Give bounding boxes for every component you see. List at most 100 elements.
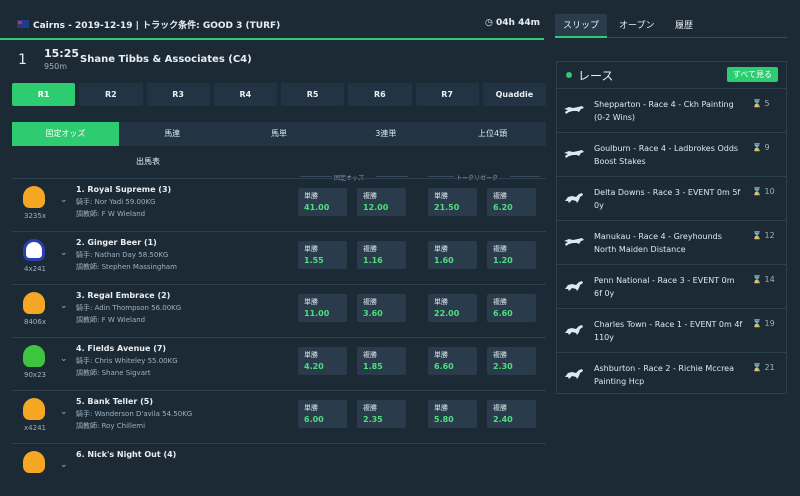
odds-button[interactable]: 単勝 6.60 — [428, 347, 477, 375]
next-race-item[interactable]: Manukau - Race 4 - Greyhounds North Maid… — [557, 220, 786, 264]
runner-row[interactable]: 3235x ⌄ 1. Royal Supreme (3) 騎手: Nor Yadi 5… — [12, 178, 546, 231]
odds-value: 1.55 — [304, 256, 324, 265]
horse-icon — [563, 191, 585, 205]
race-tab-r4[interactable]: R4 — [213, 83, 277, 106]
odds-button[interactable]: 単勝 11.00 — [298, 294, 347, 322]
runner-jockey: 騎手: Adin Thompson 56.00KG — [76, 304, 182, 312]
hourglass-icon: ⌛ — [752, 99, 765, 108]
chevron-down-icon[interactable]: ⌄ — [60, 301, 68, 311]
jockey-silk-icon — [23, 292, 45, 314]
runner-row[interactable]: 8406x ⌄ 3. Regal Embrace (2) 騎手: Adin Thomp… — [12, 284, 546, 337]
runner-row[interactable]: ⌄ 6. Nick's Night Out (4) — [12, 443, 546, 496]
odds-label: 単勝 — [434, 245, 448, 253]
odds-button[interactable]: 単勝 41.00 — [298, 188, 347, 216]
odds-button[interactable]: 複勝 1.20 — [487, 241, 536, 269]
odds-value: 2.40 — [493, 415, 513, 424]
odds-value: 21.50 — [434, 203, 460, 212]
next-race-title: Charles Town - Race 1 - EVENT 0m 4f 110y — [594, 320, 743, 342]
odds-value: 11.00 — [304, 309, 330, 318]
odds-button[interactable]: 複勝 2.30 — [487, 347, 536, 375]
tab-race-card[interactable]: 出馬表 — [136, 156, 160, 167]
race-tab-r7[interactable]: R7 — [415, 83, 479, 106]
odds-button[interactable]: 複勝 1.85 — [357, 347, 406, 375]
chevron-down-icon[interactable]: ⌄ — [60, 460, 68, 470]
odds-button[interactable]: 複勝 3.60 — [357, 294, 406, 322]
odds-label: 単勝 — [304, 245, 318, 253]
tab-exacta[interactable]: 馬単 — [226, 122, 333, 146]
jockey-silk-icon — [23, 186, 45, 208]
next-race-item[interactable]: Penn National - Race 3 - EVENT 0m 6f 0y … — [557, 264, 786, 308]
odds-button[interactable]: 複勝 12.00 — [357, 188, 406, 216]
runner-row[interactable]: 4x241 ⌄ 2. Ginger Beer (1) 騎手: Nathan Day 5… — [12, 231, 546, 284]
next-races-title: レース — [578, 69, 614, 83]
form-code: 8406x — [24, 318, 46, 326]
race-tab-r5[interactable]: R5 — [281, 83, 345, 106]
race-number: 1 — [18, 52, 27, 68]
odds-value: 12.00 — [363, 203, 389, 212]
race-tab-r2[interactable]: R2 — [79, 83, 143, 106]
greyhound-icon — [563, 103, 585, 117]
chevron-down-icon[interactable]: ⌄ — [60, 195, 68, 205]
chevron-down-icon[interactable]: ⌄ — [60, 248, 68, 258]
runner-row[interactable]: 90x23 ⌄ 4. Fields Avenue (7) 騎手: Chris Whit… — [12, 337, 546, 390]
odds-button[interactable]: 単勝 1.55 — [298, 241, 347, 269]
next-race-title: Goulburn - Race 4 - Ladbrokes Odds Boost… — [594, 144, 739, 166]
next-race-item[interactable]: Shepparton - Race 4 - Ckh Painting (0-2 … — [557, 88, 786, 132]
chevron-down-icon[interactable]: ⌄ — [60, 354, 68, 364]
bet-type-tabs: 固定オッズ 馬連 馬単 3連単 上位4頭 — [12, 122, 546, 146]
tab-trifecta[interactable]: 3連単 — [332, 122, 439, 146]
tab-fixed-odds[interactable]: 固定オッズ — [12, 122, 119, 146]
next-race-title: Delta Downs - Race 3 - EVENT 0m 5f 0y — [594, 188, 741, 210]
form-code: 3235x — [24, 212, 46, 220]
odds-button[interactable]: 単勝 4.20 — [298, 347, 347, 375]
next-race-item[interactable]: Goulburn - Race 4 - Ladbrokes Odds Boost… — [557, 132, 786, 176]
jockey-silk-icon — [23, 345, 45, 367]
next-race-item[interactable]: Delta Downs - Race 3 - EVENT 0m 5f 0y ⌛ … — [557, 176, 786, 220]
odds-button[interactable]: 複勝 6.20 — [487, 188, 536, 216]
tab-quinella[interactable]: 馬連 — [119, 122, 226, 146]
odds-button[interactable]: 複勝 2.40 — [487, 400, 536, 428]
runner-jockey: 騎手: Nathan Day 58.50KG — [76, 251, 169, 259]
runner-row[interactable]: x4241 ⌄ 5. Bank Teller (5) 騎手: Wanderson D'… — [12, 390, 546, 443]
odds-label: 複勝 — [363, 404, 377, 412]
race-name: Shane Tibbs & Associates (C4) — [80, 54, 252, 65]
tab-slip[interactable]: スリップ — [555, 14, 608, 38]
race-time: 15:25 — [44, 47, 80, 60]
next-races-header: レース すべて見る — [557, 62, 786, 88]
race-tab-r6[interactable]: R6 — [348, 83, 412, 106]
next-race-title: Penn National - Race 3 - EVENT 0m 6f 0y — [594, 276, 735, 298]
see-all-button[interactable]: すべて見る — [726, 67, 778, 82]
odds-button[interactable]: 複勝 1.16 — [357, 241, 406, 269]
race-tab-quaddie[interactable]: Quaddie — [482, 83, 546, 106]
odds-button[interactable]: 単勝 6.00 — [298, 400, 347, 428]
hourglass-icon: ⌛ — [752, 275, 765, 284]
horse-icon — [563, 279, 585, 293]
odds-button[interactable]: 単勝 21.50 — [428, 188, 477, 216]
tab-history[interactable]: 履歴 — [667, 14, 701, 38]
divider — [510, 176, 540, 177]
odds-value: 3.60 — [363, 309, 383, 318]
jockey-silk-icon — [23, 398, 45, 420]
race-tab-r1[interactable]: R1 — [12, 83, 76, 106]
chevron-down-icon[interactable]: ⌄ — [60, 407, 68, 417]
runner-name: 4. Fields Avenue (7) — [76, 344, 167, 353]
odds-button[interactable]: 単勝 22.00 — [428, 294, 477, 322]
tab-open[interactable]: オープン — [611, 14, 662, 38]
next-race-item[interactable]: Ashburton - Race 2 - Richie Mccrea Paint… — [557, 352, 786, 396]
odds-button[interactable]: 単勝 5.80 — [428, 400, 477, 428]
odds-label: 複勝 — [363, 192, 377, 200]
odds-button[interactable]: 複勝 2.35 — [357, 400, 406, 428]
next-race-item[interactable]: Charles Town - Race 1 - EVENT 0m 4f 110y… — [557, 308, 786, 352]
odds-button[interactable]: 複勝 6.60 — [487, 294, 536, 322]
odds-label: 単勝 — [434, 298, 448, 306]
runner-count-value: 12 — [764, 231, 775, 240]
runner-name: 2. Ginger Beer (1) — [76, 238, 157, 247]
greyhound-icon — [563, 235, 585, 249]
tab-first4[interactable]: 上位4頭 — [439, 122, 546, 146]
odds-label: 単勝 — [434, 192, 448, 200]
odds-value: 6.00 — [304, 415, 324, 424]
odds-label: 複勝 — [493, 192, 507, 200]
odds-button[interactable]: 単勝 1.60 — [428, 241, 477, 269]
odds-value: 1.85 — [363, 362, 383, 371]
race-tab-r3[interactable]: R3 — [146, 83, 210, 106]
